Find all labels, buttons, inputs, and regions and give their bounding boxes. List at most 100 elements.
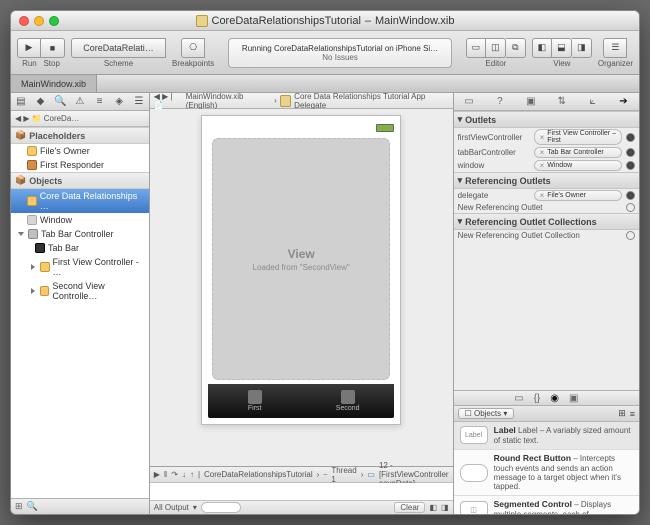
jump-file: MainWindow.xib (English) (186, 92, 271, 110)
code-snippet-lib-icon[interactable]: {} (534, 393, 541, 404)
debug-thread[interactable]: Thread 1 (331, 466, 356, 484)
scheme-value: CoreDataRelati… (83, 43, 154, 53)
window-title: CoreDataRelationshipsTutorial – MainWind… (59, 15, 591, 27)
connection-dot-icon[interactable] (626, 191, 635, 200)
segmented-icon: ◫ (460, 501, 488, 514)
jump-bar[interactable]: ◀ ▶ | 📄 MainWindow.xib (English) › Core … (150, 93, 453, 109)
view-label: View (553, 59, 570, 68)
library-item-label[interactable]: Label Label Label – A variably sized amo… (454, 422, 639, 450)
navigator-filter-bar: ⊞ 🔍 (11, 498, 149, 514)
continue-icon[interactable]: ▶ (154, 470, 160, 479)
step-over-icon[interactable]: ↷ (171, 470, 178, 479)
ref-outlets-header[interactable]: ▾ Referencing Outlets (454, 172, 639, 189)
editor-area: ◀ ▶ | 📄 MainWindow.xib (English) › Core … (150, 93, 453, 514)
symbol-nav-icon[interactable]: ◆ (35, 96, 47, 108)
media-lib-icon[interactable]: ▣ (569, 393, 578, 404)
view-placeholder[interactable]: View Loaded from "SecondView" (212, 138, 390, 380)
toggle-debug-button[interactable]: ⬓ (552, 38, 572, 58)
size-inspector-icon[interactable]: ⟀ (586, 96, 600, 107)
outlets-header[interactable]: ▾ Outlets (454, 111, 639, 128)
step-in-icon[interactable]: ↓ (182, 470, 186, 479)
outlet-row-firstvc[interactable]: firstViewController ×First View Controll… (454, 128, 639, 146)
pause-icon[interactable]: ‖ (164, 470, 167, 479)
attributes-inspector-icon[interactable]: ⇅ (555, 96, 569, 107)
library-item-segmented[interactable]: ◫ Segmented Control – Displays multiple … (454, 496, 639, 514)
ib-canvas[interactable]: View Loaded from "SecondView" First Seco… (150, 109, 453, 466)
ref-coll-new[interactable]: New Referencing Outlet Collection (454, 230, 639, 241)
breakpoint-nav-icon[interactable]: ◈ (113, 96, 125, 108)
console-body[interactable] (150, 483, 453, 500)
ref-outlet-delegate[interactable]: delegate ×File's Owner (454, 189, 639, 202)
version-editor-button[interactable]: ⧉ (506, 38, 526, 58)
connection-dot-icon[interactable] (626, 231, 635, 240)
filter-icon[interactable]: ⊞ (15, 501, 23, 512)
toggle-utilities-button[interactable]: ◨ (572, 38, 592, 58)
nav-crumb[interactable]: ◀ ▶ 📁 CoreDa… (11, 111, 149, 127)
list-view-icon[interactable]: ≡ (630, 409, 635, 419)
clear-button[interactable]: Clear (394, 502, 425, 513)
main-row: ▤ ◆ 🔍 ⚠ ≡ ◈ ☰ ◀ ▶ 📁 CoreDa… 📦 Placeholde… (11, 93, 639, 514)
breakpoints-button[interactable]: ⎔ (181, 38, 205, 58)
variables-toggle-icon[interactable]: ◧ (429, 503, 437, 512)
standard-editor-button[interactable]: ▭ (466, 38, 486, 58)
tab-mainwindow[interactable]: MainWindow.xib (11, 75, 97, 92)
scheme-popup[interactable]: CoreDataRelati… (71, 38, 166, 58)
connection-dot-icon[interactable] (626, 161, 635, 170)
file-inspector-icon[interactable]: ▭ (462, 96, 476, 107)
xib-file-icon (196, 15, 208, 27)
ref-outlet-new[interactable]: New Referencing Outlet (454, 202, 639, 213)
firstvc-row[interactable]: First View Controller - … (11, 255, 149, 279)
tab-bar[interactable]: First Second (208, 384, 394, 418)
ref-coll-header[interactable]: ▾ Referencing Outlet Collections (454, 213, 639, 230)
outlet-row-tabbar[interactable]: tabBarController ×Tab Bar Controller (454, 146, 639, 159)
search-nav-icon[interactable]: 🔍 (54, 96, 66, 108)
tab-first[interactable]: First (208, 384, 301, 418)
connections-inspector: ▾ Outlets firstViewController ×First Vie… (454, 111, 639, 241)
device-frame[interactable]: View Loaded from "SecondView" First Seco… (201, 115, 401, 425)
grid-view-icon[interactable]: ⊞ (618, 408, 626, 419)
nav-crumb-folder: CoreDa… (44, 114, 80, 123)
first-responder-row[interactable]: First Responder (11, 158, 149, 172)
run-button[interactable]: ▶ (17, 38, 41, 58)
window-row[interactable]: Window (11, 213, 149, 227)
connection-dot-icon[interactable] (626, 203, 635, 212)
navigator-filter-input[interactable] (42, 502, 145, 512)
connection-dot-icon[interactable] (626, 133, 635, 142)
connections-inspector-icon[interactable]: ➔ (616, 96, 630, 107)
library-item-button[interactable]: Round Rect Button – Intercepts touch eve… (454, 450, 639, 496)
organizer-button[interactable]: ☰ (603, 38, 627, 58)
organizer-label: Organizer (598, 59, 633, 68)
object-library[interactable]: Label Label Label – A variably sized amo… (454, 422, 639, 514)
object-lib-icon[interactable]: ◉ (550, 393, 559, 404)
output-filter[interactable]: All Output (154, 503, 189, 512)
help-inspector-icon[interactable]: ? (493, 96, 507, 107)
zoom-button[interactable] (49, 16, 59, 26)
secondvc-row[interactable]: Second View Controlle… (11, 279, 149, 303)
search-icon: 🔍 (27, 501, 38, 512)
minimize-button[interactable] (34, 16, 44, 26)
file-template-lib-icon[interactable]: ▭ (514, 393, 523, 404)
connection-dot-icon[interactable] (626, 148, 635, 157)
tab-second[interactable]: Second (301, 384, 394, 418)
console-toggle-icon[interactable]: ◨ (441, 503, 449, 512)
activity-line1: Running CoreDataRelationshipsTutorial on… (242, 44, 438, 53)
app-delegate-row[interactable]: Core Data Relationships … (11, 189, 149, 213)
project-nav-icon[interactable]: ▤ (15, 96, 27, 108)
close-button[interactable] (19, 16, 29, 26)
assistant-editor-button[interactable]: ◫ (486, 38, 506, 58)
debug-nav-icon[interactable]: ≡ (94, 96, 106, 108)
library-filter-popup[interactable]: ☐ Objects ▾ (458, 408, 515, 419)
stop-button[interactable]: ■ (41, 38, 65, 58)
outlet-row-window[interactable]: window ×Window (454, 159, 639, 172)
step-out-icon[interactable]: ↑ (190, 470, 194, 479)
tabbar-controller-row[interactable]: Tab Bar Controller (11, 227, 149, 241)
log-nav-icon[interactable]: ☰ (133, 96, 145, 108)
issue-nav-icon[interactable]: ⚠ (74, 96, 86, 108)
console-filter-input[interactable] (201, 502, 241, 513)
toggle-navigator-button[interactable]: ◧ (532, 38, 552, 58)
tabbar-row[interactable]: Tab Bar (11, 241, 149, 255)
objects-section: 📦 Objects (11, 172, 149, 189)
files-owner-row[interactable]: File's Owner (11, 144, 149, 158)
identity-inspector-icon[interactable]: ▣ (524, 96, 538, 107)
debug-proj[interactable]: CoreDataRelationshipsTutorial (204, 470, 313, 479)
